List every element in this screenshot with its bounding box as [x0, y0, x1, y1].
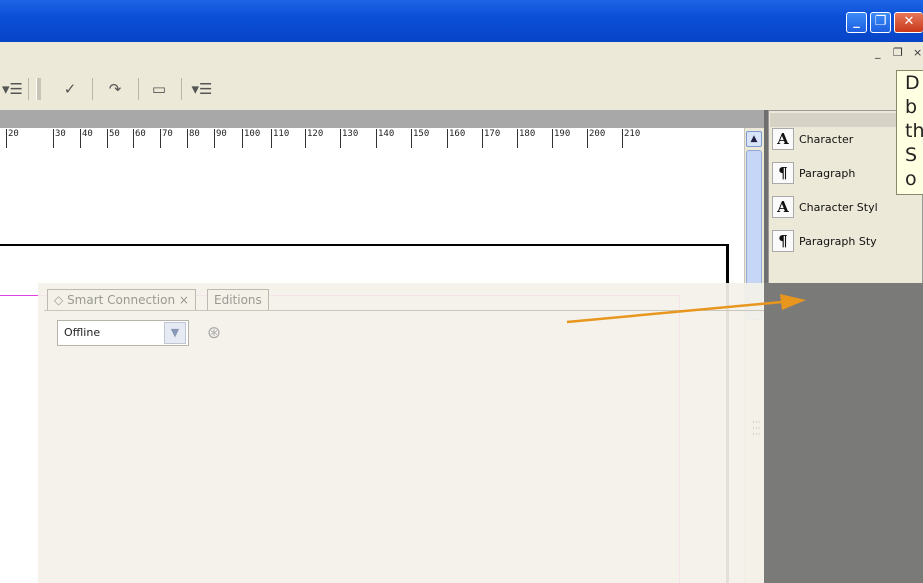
arrow-shaft	[566, 300, 783, 324]
arrow-head	[780, 294, 806, 310]
annotation-arrow	[566, 294, 806, 324]
